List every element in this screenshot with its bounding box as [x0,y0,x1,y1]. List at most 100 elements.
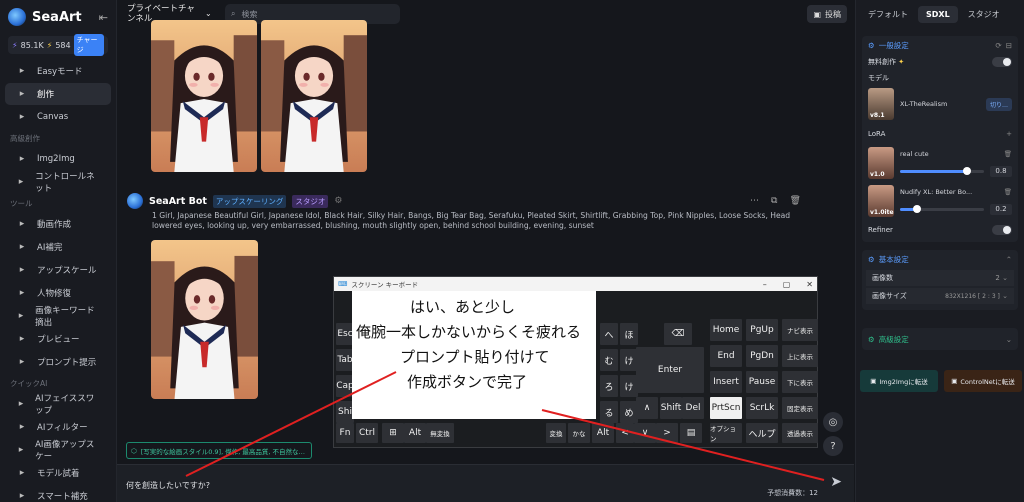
sidebar-item-items_top-0[interactable]: ▸ Easyモード [5,60,111,82]
collapse-icon[interactable]: ⊟ [1006,41,1012,50]
sidebar-item-items_mid-1[interactable]: ▸ コントロールネット [5,171,111,194]
sidebar-item-items_quick-3[interactable]: ▸ モデル試着 [5,462,111,484]
sidebar-item-items_top-2[interactable]: ▸ Canvas [5,106,111,128]
key-fn[interactable]: Fn [336,423,354,443]
delete-icon[interactable]: 🗑 [1004,150,1012,158]
copy-icon[interactable]: ⧉ [771,196,777,206]
key-down[interactable]: ∨ [634,423,656,443]
key-pgup[interactable]: PgUp [746,319,778,341]
key-kana[interactable]: かな [568,423,590,443]
sidebar-item-items_mid-0[interactable]: ▸ Img2Img [5,148,111,170]
basic-settings-header[interactable]: ⚙ 基本設定 ⌃ [862,250,1018,268]
generated-image-1[interactable] [151,20,257,172]
image-count-row[interactable]: 画像数 2 ⌄ [866,270,1014,286]
sidebar-item-items_top-1[interactable]: ▸ 創作 [5,83,111,105]
collapse-sidebar-icon[interactable]: ⇤ [99,11,108,24]
model-thumbnail: v8.1 [868,88,894,120]
post-button[interactable]: ▣ 投稿 [807,5,847,23]
more-icon[interactable]: ⋯ [750,196,759,206]
sidebar-item-items_quick-2[interactable]: ▸ AI画像アップスケー [5,439,111,462]
refiner-toggle[interactable] [992,225,1012,235]
feedback-icon[interactable]: ◎ [823,412,843,432]
tab-sdxl[interactable]: SDXL [918,5,958,23]
key-option[interactable]: オプション [710,423,742,443]
key-jp3[interactable]: む [600,349,618,371]
key-jp2[interactable]: ほ [620,323,638,345]
sidebar-item-items_quick-0[interactable]: ▸ AIフェイススワップ [5,393,111,416]
advanced-settings-header[interactable]: ⚙ 高級設定 ⌄ [862,328,1018,350]
controlnet-transfer-button[interactable]: ▣ ControlNetに転送 [944,370,1022,392]
key-enter[interactable]: Enter [636,347,704,393]
minimize-icon[interactable]: – [763,280,767,289]
key-pause[interactable]: Pause [746,371,778,393]
sidebar-item-items_tools-6[interactable]: ▸ プロンプト提示 [5,351,111,373]
key-transparent[interactable]: 透過表示 [782,423,818,443]
lora-weight-slider[interactable] [900,166,984,175]
key-pgdn[interactable]: PgDn [746,345,778,367]
charge-button[interactable]: チャージ [73,34,104,56]
sidebar-item-items_quick-1[interactable]: ▸ AIフィルター [5,416,111,438]
delete-icon[interactable]: 🗑 [789,196,800,206]
key-muhenkan[interactable]: 無変換 [426,423,454,443]
tab-default[interactable]: デフォルト [860,5,916,24]
key-left[interactable]: < [616,423,634,443]
slider-knob[interactable] [912,204,921,213]
delete-icon[interactable]: 🗑 [1004,188,1012,196]
key-menu[interactable]: ▤ [680,423,702,443]
image-size-row[interactable]: 画像サイズ 832X1216 [ 2 : 3 ] ⌄ [866,288,1014,304]
key-shift2[interactable]: Shift [660,397,682,419]
advanced-settings[interactable]: ⚙ 高級設定 ⌄ [862,328,1018,350]
general-settings-header[interactable]: ⚙ 一般設定 ⟳ ⊟ [862,36,1018,54]
key-win[interactable]: ⊞ [382,423,404,443]
key-end[interactable]: End [710,345,742,367]
sidebar-item-label: Easyモード [37,67,83,77]
sidebar-item-items_quick-4[interactable]: ▸ スマート補充 [5,485,111,502]
key-del[interactable]: Del [682,397,704,419]
model-selector[interactable]: v8.1 XL-TheRealism 切り… [868,86,1012,122]
prompt-input[interactable]: 何を創造したいですか? 予想消費数：12 ➤ [117,464,854,502]
switch-model-button[interactable]: 切り… [985,97,1012,111]
slider-knob[interactable] [963,166,972,175]
generated-image-3[interactable] [151,240,258,399]
lora-weight-value[interactable]: 0.2 [990,203,1012,215]
sidebar-item-items_tools-4[interactable]: ▸ 画像キーワード摘出 [5,305,111,328]
key-navi[interactable]: ナビ表示 [782,319,818,341]
tab-studio[interactable]: スタジオ [960,5,1008,24]
key-jp5[interactable]: ろ [600,375,618,397]
key-right[interactable]: > [656,423,678,443]
lora-weight-slider[interactable] [900,204,984,213]
close-icon[interactable]: ✕ [806,280,813,289]
refresh-icon[interactable]: ⟳ [995,41,1001,50]
settings-icon[interactable]: ⚙ [334,196,342,206]
sidebar-item-items_tools-3[interactable]: ▸ 人物修復 [5,282,111,304]
key-down_move[interactable]: 下に表示 [782,371,818,393]
lora-weight-value[interactable]: 0.8 [990,165,1012,177]
key-ctrl[interactable]: Ctrl [356,423,378,443]
key-up[interactable]: ∧ [636,397,658,419]
key-bksp[interactable]: ⌫ [664,323,692,345]
sidebar-item-items_tools-1[interactable]: ▸ AI補完 [5,236,111,258]
sidebar-item-items_tools-2[interactable]: ▸ アップスケール [5,259,111,281]
img2img-transfer-button[interactable]: ▣ Img2Imgに転送 [860,370,938,392]
help-icon[interactable]: ? [823,436,843,456]
key-fixed[interactable]: 固定表示 [782,397,818,419]
sidebar-item-items_tools-5[interactable]: ▸ プレビュー [5,328,111,350]
key-up_move[interactable]: 上に表示 [782,345,818,367]
key-prtscn[interactable]: PrtScn [710,397,742,419]
key-alt[interactable]: Alt [404,423,426,443]
generated-image-2[interactable] [261,20,367,172]
maximize-icon[interactable]: ▢ [783,280,791,289]
key-henkan[interactable]: 変換 [546,423,566,443]
key-jp7[interactable]: る [600,401,618,423]
style-chip[interactable]: ⬡ [写実的な絵画スタイル0.9], 傑作, 最高品質, 不自然な… [126,442,312,459]
key-insert[interactable]: Insert [710,371,742,393]
sidebar-item-items_tools-0[interactable]: ▸ 動画作成 [5,213,111,235]
add-lora-icon[interactable]: + [1006,130,1012,138]
free-create-toggle[interactable] [992,57,1012,67]
send-icon[interactable]: ➤ [830,474,842,490]
key-alt2[interactable]: Alt [592,423,614,443]
key-help[interactable]: ヘルプ [746,423,778,443]
key-scrlk[interactable]: ScrLk [746,397,778,419]
key-jp1[interactable]: へ [600,323,618,345]
key-home[interactable]: Home [710,319,742,341]
